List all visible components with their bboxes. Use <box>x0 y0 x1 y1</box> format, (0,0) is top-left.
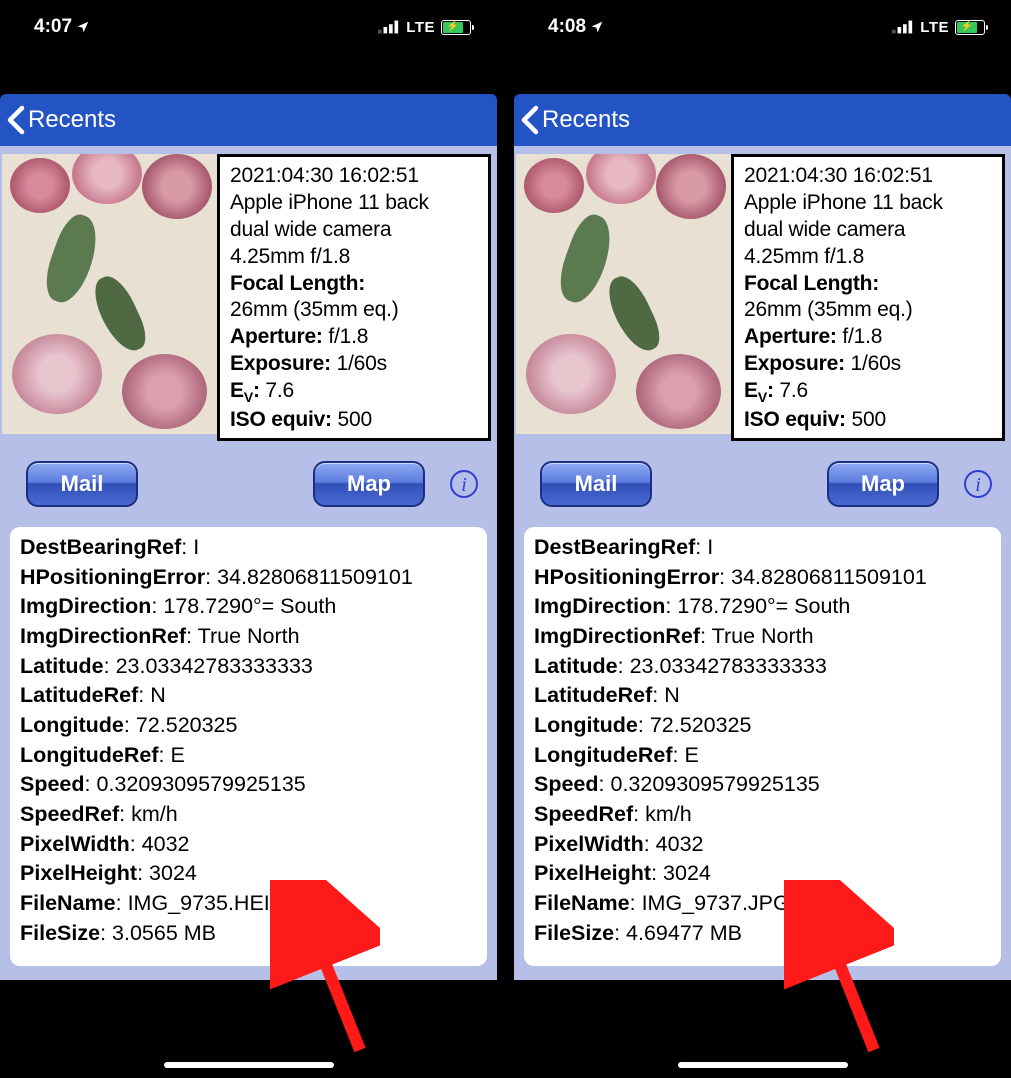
content-area: 2021:04:30 16:02:51 Apple iPhone 11 back… <box>0 146 497 980</box>
network-label: LTE <box>920 19 949 36</box>
filesize-value: 4.69477 MB <box>626 921 742 945</box>
mail-button[interactable]: Mail <box>540 461 652 507</box>
focal-value: 26mm (35mm eq.) <box>744 297 992 324</box>
exif-camera-1: Apple iPhone 11 back <box>230 190 478 217</box>
signal-icon <box>892 20 914 34</box>
phone-screenshot-left: 4:07 LTE ⚡ Recents <box>0 0 497 1078</box>
metadata-panel[interactable]: DestBearingRef: I HPositioningError: 34.… <box>524 527 1001 966</box>
aperture-label: Aperture: <box>744 325 837 348</box>
filesize-value: 3.0565 MB <box>112 921 216 945</box>
exposure-value: 1/60s <box>337 352 387 375</box>
exif-camera-2: dual wide camera <box>230 217 478 244</box>
iso-value: 500 <box>338 408 372 431</box>
photo-thumbnail[interactable] <box>2 154 217 434</box>
status-bar: 4:08 LTE ⚡ <box>514 0 1011 40</box>
battery-icon: ⚡ <box>955 20 985 35</box>
svg-text:i: i <box>461 474 467 496</box>
focal-value: 26mm (35mm eq.) <box>230 297 478 324</box>
exif-summary-box: 2021:04:30 16:02:51 Apple iPhone 11 back… <box>217 154 491 441</box>
home-indicator[interactable] <box>164 1062 334 1068</box>
filename-value: IMG_9735.HEIC <box>128 891 286 915</box>
mail-button[interactable]: Mail <box>26 461 138 507</box>
phone-screenshot-right: 4:08 LTE ⚡ Recents <box>514 0 1011 1078</box>
info-icon[interactable]: i <box>961 467 995 501</box>
battery-icon: ⚡ <box>441 20 471 35</box>
back-label: Recents <box>28 106 116 134</box>
exposure-label: Exposure: <box>230 352 331 375</box>
exif-timestamp: 2021:04:30 16:02:51 <box>744 163 992 190</box>
back-button[interactable]: Recents <box>520 105 630 135</box>
network-label: LTE <box>406 19 435 36</box>
aperture-value: f/1.8 <box>842 325 882 348</box>
aperture-label: Aperture: <box>230 325 323 348</box>
nav-bar: Recents <box>514 94 1011 146</box>
iso-label: ISO equiv: <box>230 408 332 431</box>
exif-camera-3: 4.25mm f/1.8 <box>744 244 992 271</box>
nav-bar: Recents <box>0 94 497 146</box>
focal-label: Focal Length: <box>744 272 879 295</box>
location-icon <box>76 20 90 34</box>
focal-label: Focal Length: <box>230 272 365 295</box>
content-area: 2021:04:30 16:02:51 Apple iPhone 11 back… <box>514 146 1011 980</box>
status-time: 4:07 <box>34 16 72 38</box>
map-button[interactable]: Map <box>827 461 939 507</box>
ev-value: 7.6 <box>265 379 294 402</box>
exif-summary-box: 2021:04:30 16:02:51 Apple iPhone 11 back… <box>731 154 1005 441</box>
ev-value: 7.6 <box>779 379 808 402</box>
exif-timestamp: 2021:04:30 16:02:51 <box>230 163 478 190</box>
status-bar: 4:07 LTE ⚡ <box>0 0 497 40</box>
photo-thumbnail[interactable] <box>516 154 731 434</box>
filename-value: IMG_9737.JPG <box>642 891 790 915</box>
iso-label: ISO equiv: <box>744 408 846 431</box>
exif-camera-2: dual wide camera <box>744 217 992 244</box>
svg-text:i: i <box>975 474 981 496</box>
home-indicator[interactable] <box>678 1062 848 1068</box>
iso-value: 500 <box>852 408 886 431</box>
back-label: Recents <box>542 106 630 134</box>
exposure-value: 1/60s <box>851 352 901 375</box>
info-icon[interactable]: i <box>447 467 481 501</box>
map-button[interactable]: Map <box>313 461 425 507</box>
signal-icon <box>378 20 400 34</box>
metadata-panel[interactable]: DestBearingRef: I HPositioningError: 34.… <box>10 527 487 966</box>
status-time: 4:08 <box>548 16 586 38</box>
location-icon <box>590 20 604 34</box>
exif-camera-3: 4.25mm f/1.8 <box>230 244 478 271</box>
aperture-value: f/1.8 <box>328 325 368 348</box>
exif-camera-1: Apple iPhone 11 back <box>744 190 992 217</box>
exposure-label: Exposure: <box>744 352 845 375</box>
back-button[interactable]: Recents <box>6 105 116 135</box>
